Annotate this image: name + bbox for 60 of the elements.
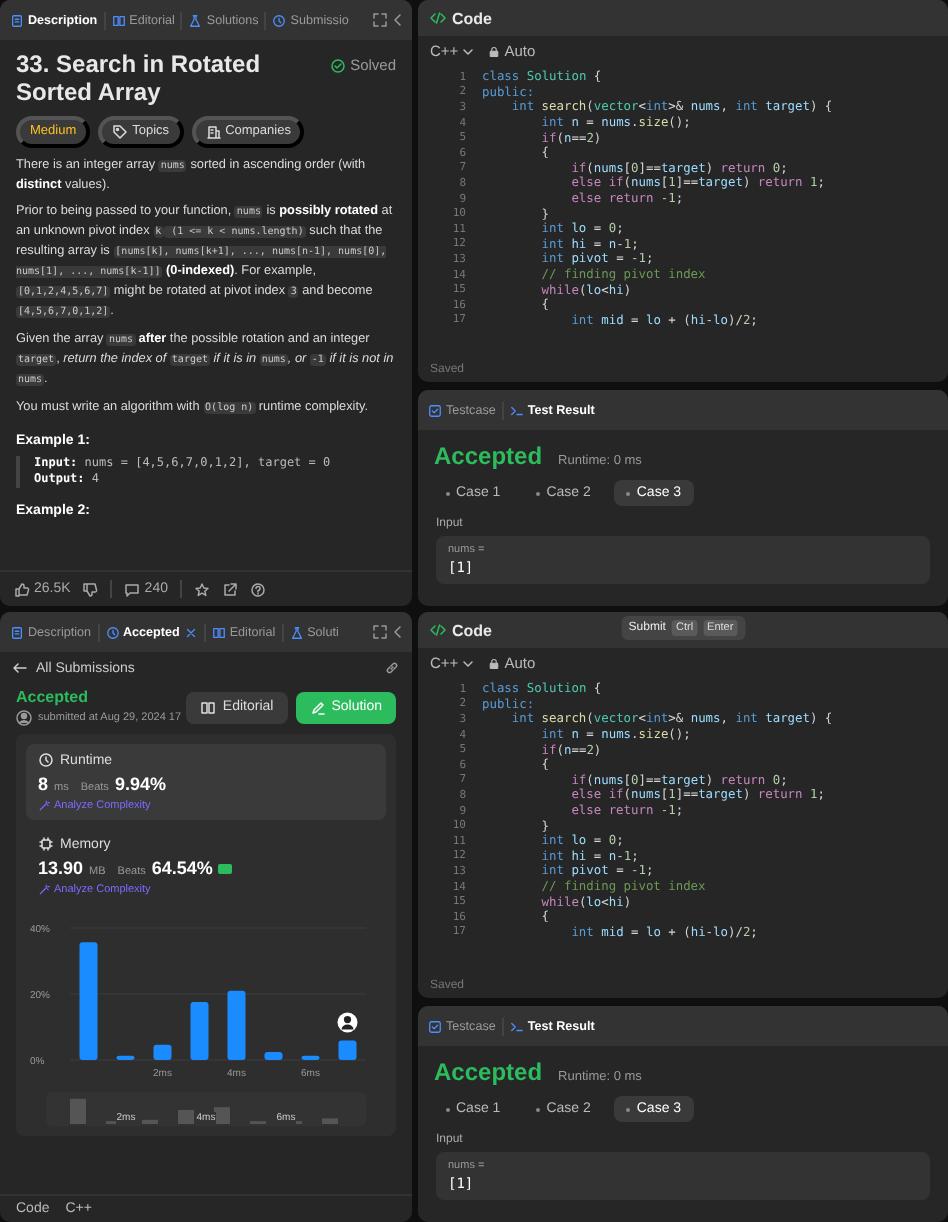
wand-icon	[38, 800, 50, 812]
clock-icon	[272, 13, 287, 27]
beats-percent: 64.54%	[151, 858, 213, 878]
chevron-down-icon	[460, 43, 477, 59]
flask-icon	[188, 13, 203, 27]
problem-title: 33. Search in Rotated Sorted Array	[16, 50, 263, 108]
distribution-bar[interactable]	[338, 1040, 357, 1060]
code-icon	[430, 10, 446, 26]
checkbox-icon	[428, 403, 442, 417]
share-icon[interactable]	[221, 581, 238, 597]
book-icon	[111, 13, 126, 27]
verdict: Accepted	[434, 442, 543, 470]
clock-icon	[105, 625, 119, 639]
thumbs-up-icon[interactable]	[14, 581, 30, 597]
comment-icon[interactable]	[124, 581, 141, 597]
distribution-bar[interactable]	[153, 1044, 172, 1060]
chevron-down-icon	[460, 655, 477, 671]
panel-title: Code	[452, 621, 492, 639]
stat-value: 13.90	[38, 858, 84, 878]
beats-percent: 9.94%	[114, 774, 166, 794]
chip-icon	[38, 836, 54, 852]
distribution-bar[interactable]	[264, 1052, 283, 1060]
check-circle-icon	[330, 57, 347, 73]
code-icon	[430, 622, 446, 638]
panel-title: Code	[452, 9, 492, 27]
lock-icon	[488, 657, 501, 669]
terminal-icon	[509, 1019, 524, 1033]
verdict: Accepted	[434, 1058, 543, 1086]
book-icon	[200, 699, 217, 715]
star-icon[interactable]	[193, 581, 210, 597]
book-icon	[211, 625, 226, 639]
distribution-bar[interactable]	[190, 1001, 209, 1060]
wand-icon	[38, 884, 50, 896]
clock-icon	[38, 752, 54, 768]
expand-icon[interactable]	[372, 624, 388, 640]
building-icon	[205, 123, 222, 140]
stat-value: 8	[38, 774, 49, 794]
close-icon[interactable]	[183, 625, 198, 639]
distribution-bar[interactable]	[301, 1055, 320, 1060]
checkbox-icon	[428, 1019, 442, 1033]
flask-icon	[289, 625, 304, 639]
link-icon[interactable]	[384, 660, 400, 676]
expand-icon[interactable]	[372, 12, 388, 28]
help-icon[interactable]	[249, 581, 266, 597]
document-icon	[10, 13, 24, 27]
avatar-icon	[16, 710, 32, 726]
avatar-icon	[337, 1012, 358, 1033]
distribution-bar[interactable]	[116, 1055, 135, 1060]
chevron-left-icon[interactable]	[390, 12, 406, 28]
thumbs-down-icon[interactable]	[82, 581, 99, 597]
verdict: Accepted	[16, 688, 91, 706]
lock-icon	[488, 45, 501, 57]
pencil-icon	[309, 699, 326, 715]
document-icon	[10, 625, 24, 639]
chevron-left-icon[interactable]	[390, 624, 406, 640]
badge-icon	[218, 864, 233, 874]
distribution-bar[interactable]	[227, 990, 246, 1060]
terminal-icon	[509, 403, 524, 417]
tag-icon	[112, 123, 129, 140]
back-arrow-icon	[12, 660, 28, 676]
